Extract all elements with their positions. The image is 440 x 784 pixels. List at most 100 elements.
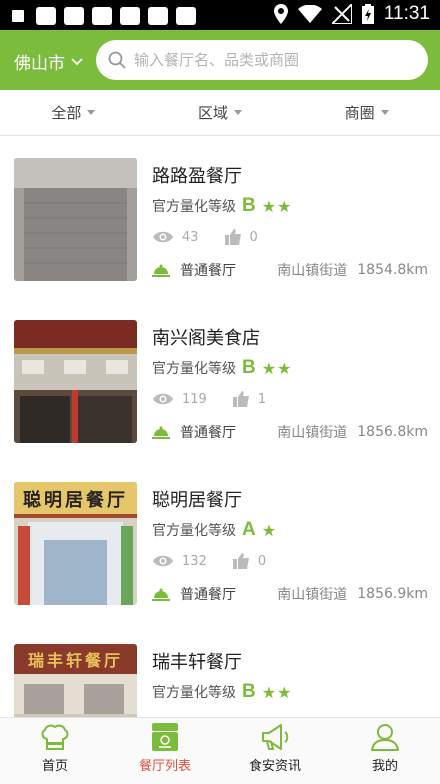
restaurant-name: 南兴阁美食店 xyxy=(152,328,260,349)
restaurant-distance: 1856.9km xyxy=(357,586,428,602)
notification-icon xyxy=(176,7,196,25)
filter-business-district[interactable]: 商圈 xyxy=(293,90,440,135)
restaurant-type: 普通餐厅 xyxy=(180,425,236,441)
grade-letter: B xyxy=(242,681,256,702)
wifi-icon xyxy=(297,5,322,23)
stats-row: 43 0 xyxy=(152,229,258,245)
notification-icon xyxy=(12,10,24,22)
signal-icon xyxy=(331,4,352,24)
grade-stars: ★ xyxy=(261,520,278,540)
status-time: 11:31 xyxy=(383,3,430,24)
restaurant-name: 路路盈餐厅 xyxy=(152,166,242,187)
restaurant-item[interactable]: 瑞丰轩餐厅 瑞丰轩餐厅 官方量化等级 B ★★ xyxy=(0,623,440,717)
grade-stars: ★★ xyxy=(261,196,293,216)
tab-label: 食安资讯 xyxy=(248,759,301,774)
notification-icon xyxy=(148,7,168,25)
dish-cover-icon xyxy=(152,264,170,277)
restaurant-photo xyxy=(14,320,137,443)
notification-icon xyxy=(36,7,56,25)
grade-row: 官方量化等级 B ★★ xyxy=(152,681,292,703)
filter-all[interactable]: 全部 xyxy=(0,90,147,135)
restaurant-photo: 瑞丰轩餐厅 xyxy=(14,644,137,717)
caret-down-icon xyxy=(87,110,96,115)
stats-row: 119 1 xyxy=(152,391,266,407)
eye-icon xyxy=(153,393,173,405)
bottom-nav: 首页 餐厅列表 食安资讯 我的 xyxy=(0,717,440,784)
notification-icons xyxy=(12,7,196,25)
chevron-down-icon xyxy=(71,57,83,65)
meta-row: 普通餐厅 南山镇街道 1856.9km xyxy=(152,584,428,604)
restaurant-name: 瑞丰轩餐厅 xyxy=(152,652,242,673)
tab-label: 我的 xyxy=(371,759,398,774)
restaurant-item[interactable]: 聪明居餐厅 聪明居餐厅 官方量化等级 A ★ 132 0 普通餐厅 南山镇街道 xyxy=(0,461,440,623)
filter-label: 商圈 xyxy=(344,104,375,122)
eye-icon xyxy=(153,231,173,243)
restaurant-distance: 1856.8km xyxy=(357,424,428,440)
filter-region[interactable]: 区域 xyxy=(147,90,294,135)
view-count: 132 xyxy=(182,553,207,569)
restaurant-name: 聪明居餐厅 xyxy=(152,490,242,511)
city-selector[interactable]: 佛山市 xyxy=(14,49,83,74)
grade-label: 官方量化等级 xyxy=(152,685,236,701)
grade-row: 官方量化等级 B ★★ xyxy=(152,195,292,217)
grade-stars: ★★ xyxy=(261,682,293,702)
restaurant-item[interactable]: 路路盈餐厅 官方量化等级 B ★★ 43 0 普通餐厅 南山镇街道 1854.8… xyxy=(0,137,440,299)
view-count: 119 xyxy=(182,391,207,407)
search-bar[interactable] xyxy=(96,40,428,80)
search-icon xyxy=(108,51,126,69)
restaurant-type: 普通餐厅 xyxy=(180,587,236,603)
filter-bar: 全部 区域 商圈 xyxy=(0,90,440,136)
like-count: 0 xyxy=(257,553,267,569)
storefront-icon xyxy=(152,723,178,751)
grade-letter: A xyxy=(242,519,256,540)
megaphone-icon xyxy=(262,724,289,750)
restaurant-photo xyxy=(14,158,137,281)
tab-label: 首页 xyxy=(41,759,68,774)
notification-icon xyxy=(64,7,84,25)
photo-sign-text: 聪明居餐厅 xyxy=(23,489,128,511)
stats-row: 132 0 xyxy=(152,553,266,569)
grade-label: 官方量化等级 xyxy=(152,361,236,377)
meta-row: 普通餐厅 南山镇街道 1856.8km xyxy=(152,422,428,442)
location-icon xyxy=(273,4,288,24)
dish-cover-icon xyxy=(152,426,170,439)
restaurant-area: 南山镇街道 xyxy=(277,587,348,603)
grade-row: 官方量化等级 B ★★ xyxy=(152,357,292,379)
battery-icon xyxy=(361,4,374,24)
tab-food-safety-news[interactable]: 食安资讯 xyxy=(220,718,330,784)
like-count: 1 xyxy=(257,391,267,407)
tab-label: 餐厅列表 xyxy=(138,759,191,774)
meta-row: 普通餐厅 南山镇街道 1854.8km xyxy=(152,260,428,280)
like-count: 0 xyxy=(249,229,258,245)
caret-down-icon xyxy=(234,110,243,115)
restaurant-item[interactable]: 南兴阁美食店 官方量化等级 B ★★ 119 1 普通餐厅 南山镇街道 1856… xyxy=(0,299,440,461)
chef-hat-icon xyxy=(41,724,69,750)
grade-label: 官方量化等级 xyxy=(152,523,236,539)
restaurant-area: 南山镇街道 xyxy=(277,263,348,279)
notification-icon xyxy=(92,7,112,25)
status-bar: 11:31 xyxy=(0,0,440,30)
thumbs-up-icon xyxy=(232,553,249,569)
eye-icon xyxy=(153,555,173,567)
restaurant-distance: 1854.8km xyxy=(357,262,428,278)
view-count: 43 xyxy=(182,229,199,245)
grade-stars: ★★ xyxy=(261,358,293,378)
thumbs-up-icon xyxy=(224,229,241,245)
search-input[interactable] xyxy=(134,51,404,69)
restaurant-area: 南山镇街道 xyxy=(277,425,348,441)
tab-home[interactable]: 首页 xyxy=(0,718,110,784)
notification-icon xyxy=(120,7,140,25)
filter-label: 区域 xyxy=(198,104,229,122)
caret-down-icon xyxy=(380,110,389,115)
grade-label: 官方量化等级 xyxy=(152,199,236,215)
restaurant-type: 普通餐厅 xyxy=(180,263,236,279)
user-icon xyxy=(371,724,399,751)
photo-sign-text: 瑞丰轩餐厅 xyxy=(28,651,123,670)
restaurant-list: 路路盈餐厅 官方量化等级 B ★★ 43 0 普通餐厅 南山镇街道 1854.8… xyxy=(0,137,440,717)
city-label: 佛山市 xyxy=(14,54,65,74)
filter-label: 全部 xyxy=(51,104,82,122)
thumbs-up-icon xyxy=(232,391,249,407)
grade-letter: B xyxy=(242,357,256,378)
tab-restaurant-list[interactable]: 餐厅列表 xyxy=(110,718,220,784)
tab-mine[interactable]: 我的 xyxy=(330,718,440,784)
